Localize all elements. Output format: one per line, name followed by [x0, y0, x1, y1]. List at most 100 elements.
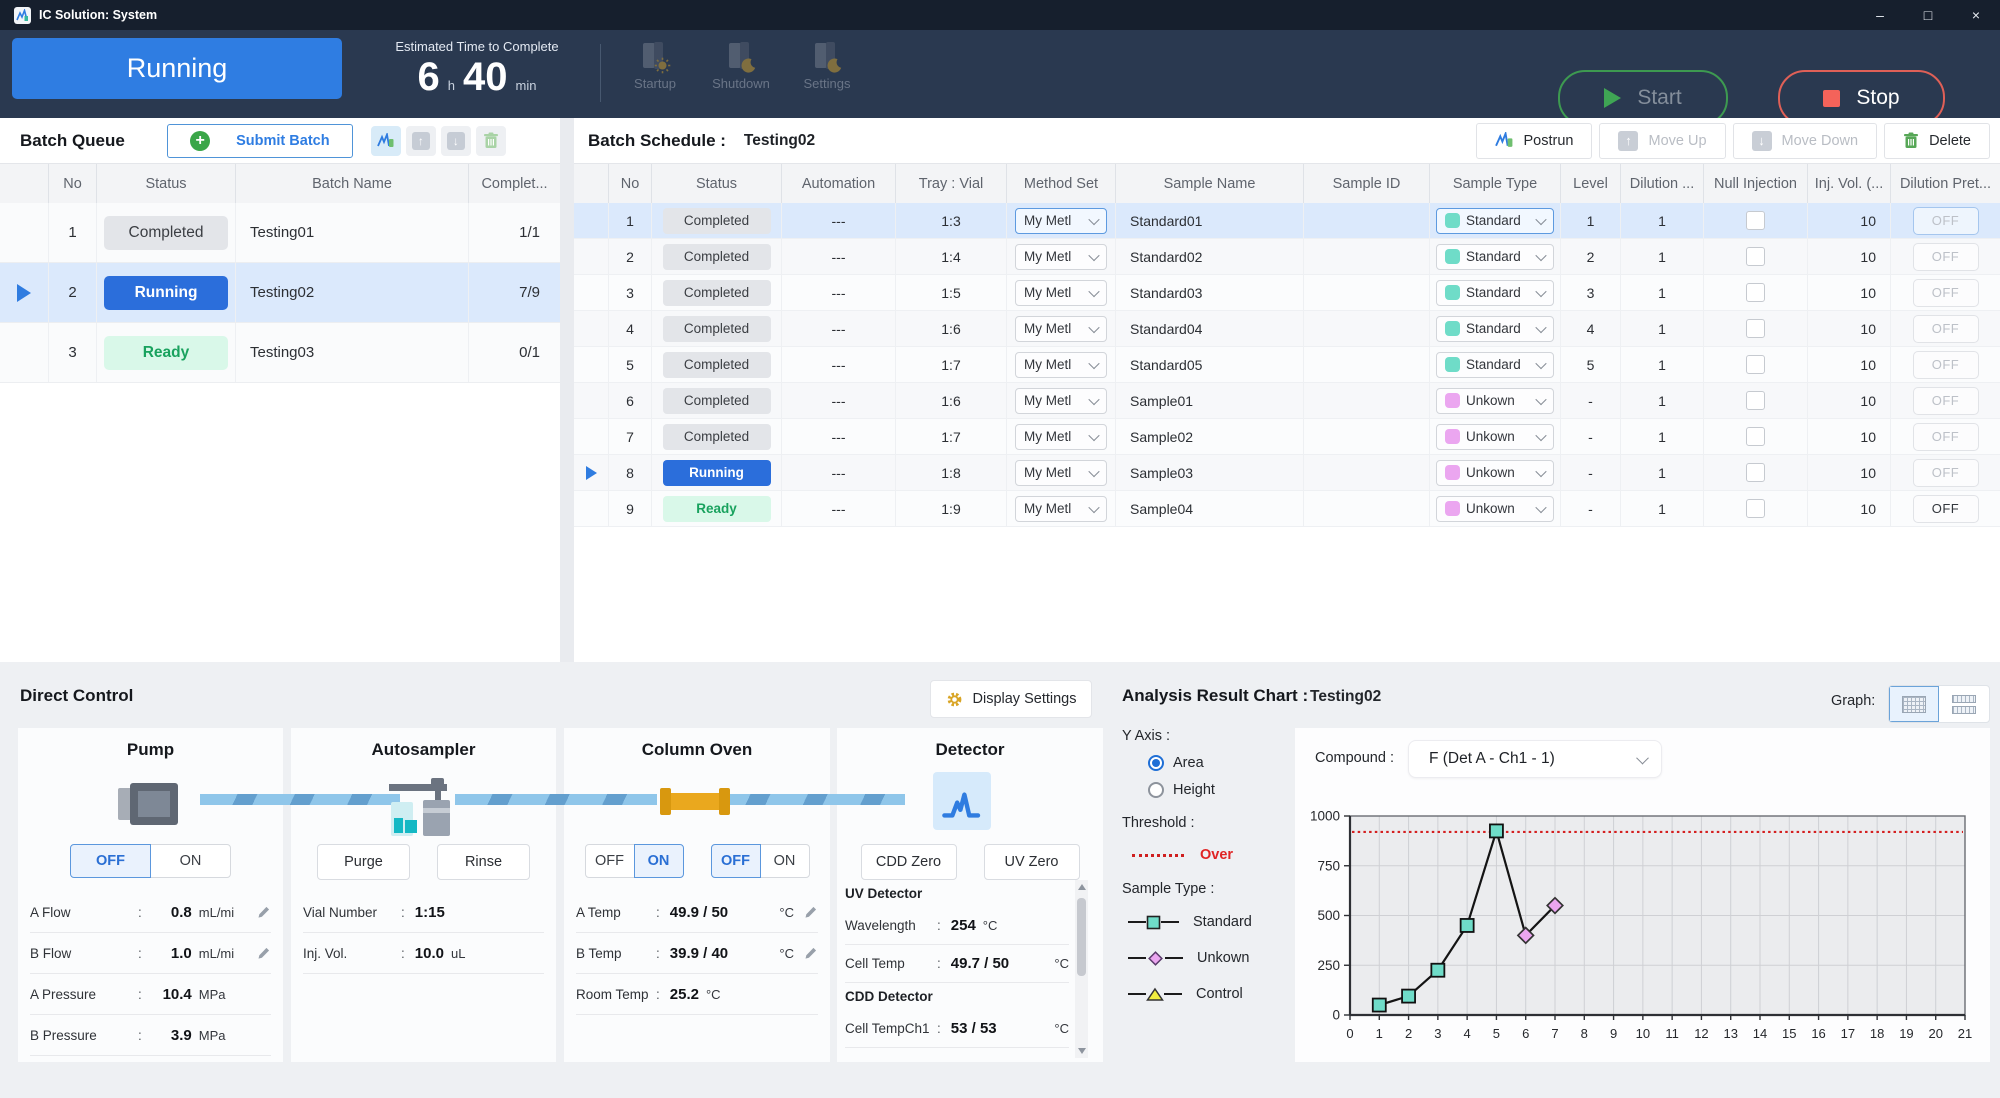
schedule-row[interactable]: 6Completed---1:6My MetlSample01Unkown-11… [574, 383, 2000, 419]
method-set-dropdown[interactable]: My Metl [1015, 424, 1107, 450]
cdd-zero-button[interactable]: CDD Zero [861, 844, 957, 880]
dilution-pretreatment-button[interactable]: OFF [1913, 423, 1979, 451]
scroll-up-icon[interactable] [1078, 884, 1086, 890]
queue-row[interactable]: 2RunningTesting027/9 [0, 263, 560, 323]
oven-toggle-1-off-button[interactable]: OFF [585, 844, 635, 878]
method-set-dropdown[interactable]: My Metl [1015, 388, 1107, 414]
method-set-dropdown[interactable]: My Metl [1015, 244, 1107, 270]
svg-text:250: 250 [1317, 958, 1340, 973]
uv-zero-button[interactable]: UV Zero [984, 844, 1080, 880]
submit-batch-button[interactable]: + Submit Batch [167, 124, 353, 158]
compound-dropdown[interactable]: F (Det A - Ch1 - 1) [1408, 740, 1662, 778]
schedule-row[interactable]: 5Completed---1:7My MetlStandard05Standar… [574, 347, 2000, 383]
method-set-dropdown[interactable]: My Metl [1015, 208, 1107, 234]
schedule-row[interactable]: 9Ready---1:9My MetlSample04Unkown-110OFF [574, 491, 2000, 527]
field-colon: : [138, 1028, 142, 1043]
dilution-pretreatment-button[interactable]: OFF [1913, 495, 1979, 523]
sample-type-dropdown[interactable]: Standard [1436, 280, 1554, 306]
close-button[interactable]: × [1952, 0, 2000, 30]
radio-label: Height [1173, 782, 1215, 798]
field-label: Cell TempCh1 [845, 1021, 937, 1036]
queue-delete-button[interactable] [476, 126, 506, 156]
method-set-dropdown[interactable]: My Metl [1015, 496, 1107, 522]
sample-type-dropdown[interactable]: Standard [1436, 244, 1554, 270]
edit-pencil-icon[interactable] [804, 905, 818, 919]
schedule-column-header: Status [651, 164, 781, 204]
method-set-dropdown[interactable]: My Metl [1015, 352, 1107, 378]
null-injection-checkbox[interactable] [1746, 499, 1765, 518]
null-injection-checkbox[interactable] [1746, 247, 1765, 266]
sample-type-dropdown[interactable]: Unkown [1436, 424, 1554, 450]
oven-toggle-2-on-button[interactable]: ON [760, 844, 810, 878]
y-axis-option-area[interactable]: Area [1148, 755, 1287, 771]
sample-type-dropdown[interactable]: Standard [1436, 208, 1554, 234]
null-injection-checkbox[interactable] [1746, 283, 1765, 302]
move-down-button[interactable]: ↓Move Down [1733, 123, 1878, 159]
maximize-button[interactable]: □ [1904, 0, 1952, 30]
method-set-dropdown[interactable]: My Metl [1015, 280, 1107, 306]
schedule-row[interactable]: 1Completed---1:3My MetlStandard01Standar… [574, 203, 2000, 239]
dilution-pretreatment-button[interactable]: OFF [1913, 387, 1979, 415]
sample-type-dropdown[interactable]: Unkown [1436, 496, 1554, 522]
schedule-row[interactable]: 4Completed---1:6My MetlStandard04Standar… [574, 311, 2000, 347]
postrun-view-toggle-button[interactable] [371, 126, 401, 156]
edit-pencil-icon[interactable] [804, 946, 818, 960]
null-injection-checkbox[interactable] [1746, 355, 1765, 374]
dilution-pretreatment-button[interactable]: OFF [1913, 207, 1979, 235]
graph-split-view-button[interactable] [1939, 686, 1989, 722]
detector-section-header: CDD Detector [845, 983, 1069, 1010]
null-injection-checkbox[interactable] [1746, 391, 1765, 410]
radio-icon[interactable] [1148, 782, 1164, 798]
schedule-row[interactable]: 8Running---1:8My MetlSample03Unkown-110O… [574, 455, 2000, 491]
sample-type-dropdown[interactable]: Standard [1436, 352, 1554, 378]
oven-toggle-1-on-button[interactable]: ON [634, 844, 684, 878]
sample-type-dropdown[interactable]: Standard [1436, 316, 1554, 342]
settings-button[interactable]: Settings [784, 36, 870, 91]
schedule-column-header: Inj. Vol. (... [1807, 164, 1890, 204]
edit-pencil-icon[interactable] [257, 946, 271, 960]
scroll-down-icon[interactable] [1078, 1048, 1086, 1054]
display-settings-button[interactable]: Display Settings [930, 680, 1092, 718]
pump-power-toggle-off-button[interactable]: OFF [70, 844, 151, 878]
dilution-pretreatment-button[interactable]: OFF [1913, 351, 1979, 379]
move-up-button[interactable]: ↑Move Up [1599, 123, 1725, 159]
pump-power-toggle-on-button[interactable]: ON [150, 844, 231, 878]
postrun-button[interactable]: Postrun [1476, 123, 1593, 159]
dilution-pretreatment-button[interactable]: OFF [1913, 279, 1979, 307]
schedule-row[interactable]: 7Completed---1:7My MetlSample02Unkown-11… [574, 419, 2000, 455]
purge-button[interactable]: Purge [317, 844, 410, 880]
column-oven-title: Column Oven [564, 740, 830, 760]
null-injection-checkbox[interactable] [1746, 463, 1765, 482]
queue-row[interactable]: 3ReadyTesting030/1 [0, 323, 560, 383]
null-injection-checkbox[interactable] [1746, 427, 1765, 446]
delete-button[interactable]: Delete [1884, 123, 1990, 159]
edit-pencil-icon[interactable] [257, 905, 271, 919]
chevron-down-icon [1636, 751, 1649, 764]
rinse-button[interactable]: Rinse [437, 844, 530, 880]
sample-type-dropdown[interactable]: Unkown [1436, 460, 1554, 486]
oven-toggle-2-off-button[interactable]: OFF [711, 844, 761, 878]
svg-text:9: 9 [1610, 1026, 1617, 1041]
detector-scrollbar[interactable] [1075, 880, 1088, 1058]
method-set-dropdown[interactable]: My Metl [1015, 316, 1107, 342]
dilution-pretreatment-button[interactable]: OFF [1913, 243, 1979, 271]
schedule-row[interactable]: 2Completed---1:4My MetlStandard02Standar… [574, 239, 2000, 275]
graph-single-view-button[interactable] [1889, 686, 1939, 722]
dilution-pretreatment-button[interactable]: OFF [1913, 315, 1979, 343]
null-injection-checkbox[interactable] [1746, 319, 1765, 338]
queue-move-down-button[interactable]: ↓ [441, 126, 471, 156]
status-badge: Running [104, 276, 228, 310]
scrollbar-thumb[interactable] [1077, 898, 1086, 976]
queue-move-up-button[interactable]: ↑ [406, 126, 436, 156]
null-injection-checkbox[interactable] [1746, 211, 1765, 230]
dilution-pretreatment-button[interactable]: OFF [1913, 459, 1979, 487]
queue-row[interactable]: 1CompletedTesting011/1 [0, 203, 560, 263]
schedule-row[interactable]: 3Completed---1:5My MetlStandard03Standar… [574, 275, 2000, 311]
method-set-dropdown[interactable]: My Metl [1015, 460, 1107, 486]
shutdown-button[interactable]: Shutdown [698, 36, 784, 91]
startup-button[interactable]: Startup [612, 36, 698, 91]
y-axis-option-height[interactable]: Height [1148, 782, 1287, 798]
sample-type-dropdown[interactable]: Unkown [1436, 388, 1554, 414]
radio-icon[interactable] [1148, 755, 1164, 771]
minimize-button[interactable]: – [1856, 0, 1904, 30]
